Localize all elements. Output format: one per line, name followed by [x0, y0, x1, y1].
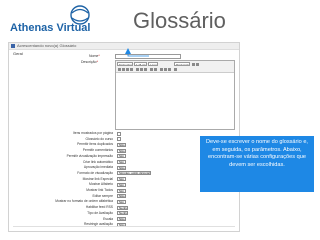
option-select[interactable]: Sim: [117, 188, 126, 193]
description-editor[interactable]: Trebuchet 1 (8 pt) Lang Parágrafo: [115, 60, 235, 130]
link-icon[interactable]: [160, 67, 163, 71]
option-select[interactable]: Não: [117, 148, 126, 153]
logo-graphic: Athenas Virtual: [10, 5, 91, 34]
html-icon[interactable]: [174, 67, 177, 71]
page-title: Glossário: [133, 8, 226, 33]
option-select[interactable]: Não: [117, 194, 126, 199]
font-size-select[interactable]: 1 (8 pt): [134, 62, 147, 66]
option-select[interactable]: Não: [117, 217, 126, 221]
align-right-icon[interactable]: [144, 67, 147, 71]
option-label: Aprovação imediata: [83, 165, 113, 170]
align-center-icon[interactable]: [140, 67, 143, 71]
breadcrumb: Acrescentando novo(a) Glossário: [17, 43, 77, 48]
option-row: Habilitar feed RSS Nenhum: [13, 205, 233, 210]
option-row: Tipo de Avaliação Nenhum: [13, 211, 233, 216]
option-label: Permitir comentários: [82, 148, 113, 153]
option-select[interactable]: Sim: [117, 199, 126, 204]
option-select[interactable]: Não: [117, 142, 126, 147]
option-label: Mostrar no formato de ordem alfabética: [55, 199, 113, 204]
list-icon[interactable]: [150, 67, 153, 71]
option-select[interactable]: Sim: [117, 160, 126, 164]
option-select[interactable]: Simples, estilo dicionário: [117, 171, 151, 176]
option-select[interactable]: Sim: [117, 177, 126, 182]
window-divider: [13, 226, 235, 227]
strike-icon[interactable]: [130, 67, 133, 71]
numbered-list-icon[interactable]: [154, 67, 157, 71]
window-titlebar: Acrescentando novo(a) Glossário: [9, 43, 239, 50]
option-label: Mostrar link Especial: [82, 176, 113, 181]
image-icon[interactable]: [164, 67, 167, 71]
section-general-label: Geral: [13, 51, 23, 56]
option-label: Glossário do curso: [85, 136, 114, 141]
option-label: Itens mostrados por página: [73, 131, 113, 135]
redo-icon[interactable]: [196, 62, 199, 66]
logo-text: Athenas Virtual: [10, 22, 91, 34]
bold-icon[interactable]: [118, 67, 121, 71]
language-select[interactable]: Lang: [148, 62, 158, 66]
option-checkbox[interactable]: [117, 137, 121, 142]
align-left-icon[interactable]: [136, 67, 139, 71]
option-label: Mostrar link Todos: [86, 188, 113, 192]
option-select[interactable]: Nenhum: [117, 205, 128, 210]
option-select[interactable]: Não: [117, 165, 126, 170]
name-input[interactable]: [115, 54, 181, 59]
option-label: Mostrar Alfabeto: [88, 182, 113, 187]
name-label: Nome*: [89, 54, 100, 58]
italic-icon[interactable]: [122, 67, 125, 71]
editor-toolbar: Trebuchet 1 (8 pt) Lang Parágrafo: [116, 61, 234, 73]
option-row: Escala Não: [13, 217, 233, 222]
option-label: Editar sempre: [92, 193, 113, 198]
moodle-icon: [11, 44, 15, 48]
option-label: Criar link automático: [82, 159, 113, 164]
option-label: Permitir vizualização impressão: [66, 153, 113, 158]
table-icon[interactable]: [168, 67, 171, 71]
option-label: Tipo de Avaliação: [87, 210, 113, 215]
option-select[interactable]: Sim: [117, 182, 126, 187]
undo-icon[interactable]: [192, 62, 195, 66]
athenas-virtual-logo: Athenas Virtual: [8, 4, 100, 40]
font-family-select[interactable]: Trebuchet: [117, 62, 133, 66]
option-row: Mostrar no formato de ordem alfabética Si…: [13, 199, 233, 204]
underline-icon[interactable]: [126, 67, 129, 71]
callout-note: Deve-se escrever o nome do glossário e, …: [200, 136, 314, 192]
option-checkbox[interactable]: [117, 131, 121, 136]
description-label: Descrição*: [81, 60, 98, 64]
option-label: Habilitar feed RSS: [85, 205, 113, 210]
format-select[interactable]: Parágrafo: [174, 62, 190, 66]
option-row: Editar sempre Não: [13, 194, 233, 199]
option-select[interactable]: Sim: [117, 154, 126, 159]
option-select[interactable]: Nenhum: [117, 211, 128, 216]
option-label: Escala: [103, 216, 113, 221]
option-label: Permitir itens duplicados: [77, 142, 113, 147]
option-label: Formato de visualização: [77, 170, 113, 175]
